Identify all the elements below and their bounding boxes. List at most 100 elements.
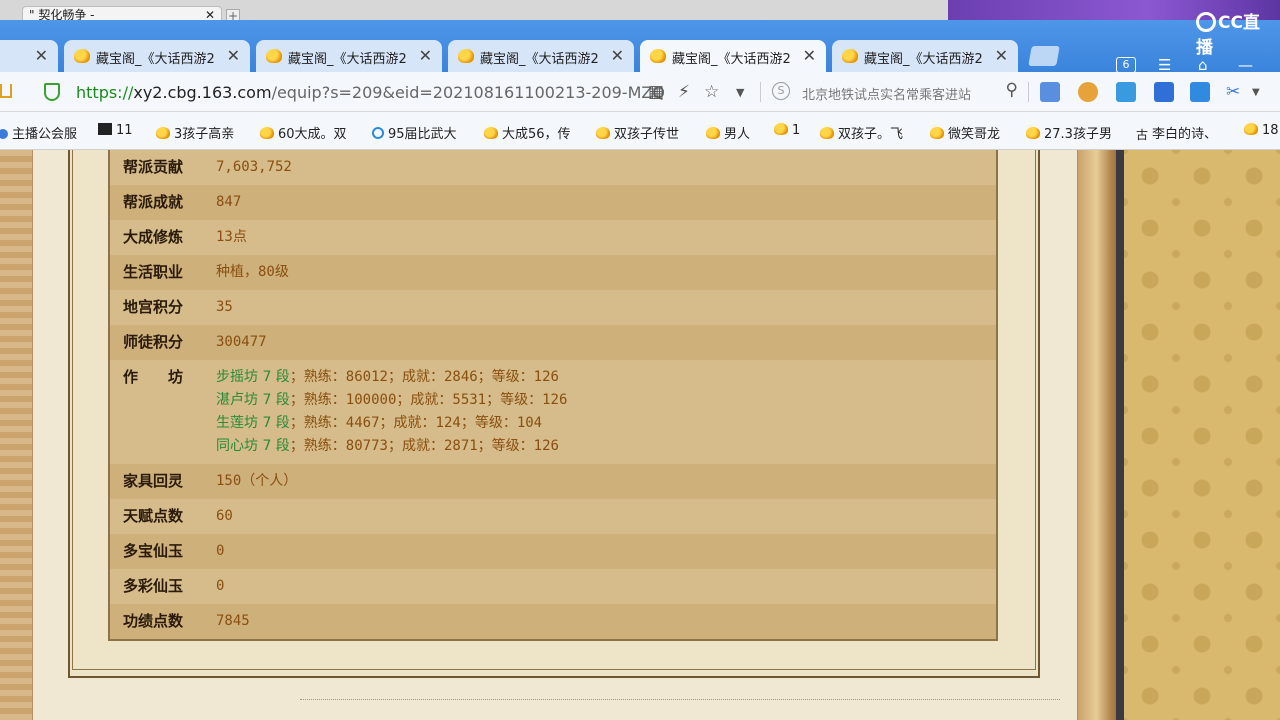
translate-icon[interactable] (1116, 82, 1136, 102)
character-info-table: 帮派贡献 7,603,752 帮派成就 847 大成修炼 13点 生活职业 种植… (108, 150, 998, 641)
bookmark-item[interactable]: 主播公会服 (0, 123, 77, 142)
info-row: 地宫积分 35 (110, 290, 996, 325)
workshop-list: 步摇坊 7 段；熟练：86012；成就：2846；等级：126 湛卢坊 7 段；… (216, 366, 996, 464)
info-row-workshop: 作 坊 步摇坊 7 段；熟练：86012；成就：2846；等级：126 湛卢坊 … (110, 360, 996, 464)
workshop-name: 生莲坊 7 段 (216, 415, 290, 431)
workshop-name: 湛卢坊 7 段 (216, 392, 290, 408)
bookmark-item[interactable]: 3孩子高亲 (156, 123, 234, 142)
cbg-favicon-icon (156, 127, 170, 139)
info-row: 大成修炼 13点 (110, 220, 996, 255)
tab[interactable]: 藏宝阁_《大话西游2 ✕ (256, 40, 442, 72)
info-value: 13点 (216, 229, 247, 245)
word-icon[interactable] (1154, 82, 1174, 102)
bookmark-label: 主播公会服 (12, 127, 78, 142)
info-label: 作 坊 (123, 368, 184, 386)
info-value: 300477 (216, 334, 267, 350)
bookmark-item[interactable]: 大成56，传 (484, 123, 571, 142)
bookmark-item[interactable]: 11 (98, 123, 133, 138)
info-label: 多彩仙玉 (123, 577, 184, 595)
tab-title: 藏宝阁_《大话西游2 (288, 52, 407, 67)
info-row: 多彩仙玉 0 (110, 569, 996, 604)
divider (300, 699, 1060, 700)
info-label: 帮派成就 (123, 193, 184, 211)
cbg-favicon-icon (74, 49, 90, 63)
cbg-favicon-icon (774, 123, 788, 135)
info-value: 847 (216, 194, 242, 210)
close-icon[interactable]: ✕ (419, 46, 432, 65)
cbg-favicon-icon (1244, 123, 1258, 135)
workshop-line: 同心坊 7 段；熟练：80773；成就：2871；等级：126 (216, 435, 996, 458)
cbg-favicon-icon (1026, 127, 1040, 139)
cbg-favicon-icon (842, 49, 858, 63)
tab-title: 藏宝阁_《大话西游2 (480, 52, 599, 67)
close-icon[interactable]: ✕ (995, 46, 1008, 65)
info-row: 帮派贡献 7,603,752 (110, 150, 996, 185)
info-label: 地宫积分 (123, 298, 184, 316)
cbg-favicon-icon (650, 49, 666, 63)
background-pattern (1124, 150, 1280, 720)
tab[interactable]: 藏宝阁_《大话西游2 ✕ (64, 40, 250, 72)
home-icon[interactable] (0, 84, 12, 98)
right-border-decoration (1078, 150, 1124, 720)
bookmark-label: 男人 (724, 127, 751, 142)
bookmark-label: 大成56，传 (502, 127, 571, 142)
cbg-favicon-icon (706, 127, 720, 139)
info-row: 生活职业 种植，80级 (110, 255, 996, 290)
workshop-stats: ；熟练：86012；成就：2846；等级：126 (289, 369, 559, 385)
info-row: 师徒积分 300477 (110, 325, 996, 360)
scissors-icon[interactable]: ✂ (1226, 82, 1240, 102)
search-engine-icon[interactable]: S (772, 82, 790, 100)
search-box[interactable]: S 北京地铁试点实名常乘客进站 ⚲ (766, 80, 1020, 104)
info-label: 生活职业 (123, 263, 184, 281)
search-icon[interactable]: ⚲ (1006, 80, 1018, 100)
lightning-icon[interactable]: ⚡ (678, 82, 690, 102)
window-count-badge[interactable]: 6 (1116, 57, 1136, 73)
security-shield-icon[interactable] (44, 83, 60, 101)
new-tab-button[interactable] (1028, 46, 1060, 66)
address-bar: https://xy2.cbg.163.com/equip?s=209&eid=… (0, 72, 1280, 112)
workshop-line: 生莲坊 7 段；熟练：4467；成就：124；等级：104 (216, 412, 996, 435)
cbg-favicon-icon (820, 127, 834, 139)
bookmark-item[interactable]: 微笑哥龙 (930, 123, 1000, 142)
star-icon[interactable]: ☆ (704, 82, 719, 102)
scrollbar-track[interactable] (1116, 150, 1124, 720)
info-row: 帮派成就 847 (110, 185, 996, 220)
bookmark-item[interactable]: 双孩子。飞 (820, 123, 903, 142)
qr-code-icon[interactable]: ▦ (648, 82, 664, 102)
tab-active[interactable]: 藏宝阁_《大话西游2 ✕ (640, 40, 826, 72)
info-row: 功绩点数 7845 (110, 604, 996, 639)
bookmark-label: 11 (116, 123, 133, 138)
close-icon[interactable]: ✕ (227, 46, 240, 65)
cbg-favicon-icon (484, 127, 498, 139)
close-icon[interactable]: ✕ (803, 46, 816, 65)
close-icon[interactable]: ✕ (611, 46, 624, 65)
bookmark-item[interactable]: 60大成。双 (260, 123, 347, 142)
cbg-favicon-icon (266, 49, 282, 63)
tab-partial[interactable]: ✕ (0, 40, 58, 72)
info-label: 帮派贡献 (123, 158, 184, 176)
screenshot-icon[interactable] (1190, 82, 1210, 102)
bookmark-label: 3孩子高亲 (174, 127, 235, 142)
bookmark-item[interactable]: 27.3孩子男 (1026, 123, 1112, 142)
bookmark-item[interactable]: 古李白的诗、 (1136, 123, 1217, 143)
info-value: 种植，80级 (216, 264, 289, 280)
extension-icon[interactable] (1040, 82, 1060, 102)
bookmark-item[interactable]: 1 (774, 123, 800, 138)
bookmark-item[interactable]: 95届比武大 (372, 123, 457, 142)
chevron-down-icon[interactable]: ▼ (736, 86, 744, 99)
bookmark-label: 双孩子。飞 (838, 127, 904, 142)
url-scheme: https:// (76, 83, 134, 102)
bookmark-item[interactable]: 双孩子传世 (596, 123, 679, 142)
info-row: 多宝仙玉 0 (110, 534, 996, 569)
bookmark-item[interactable]: 男人 (706, 123, 750, 142)
tab[interactable]: 藏宝阁_《大话西游2 ✕ (832, 40, 1018, 72)
bookmark-item[interactable]: 18 (1244, 123, 1279, 138)
url-field[interactable]: https://xy2.cbg.163.com/equip?s=209&eid=… (76, 83, 665, 102)
search-input[interactable]: 北京地铁试点实名常乘客进站 (802, 84, 971, 103)
divider (1028, 82, 1029, 102)
close-icon[interactable]: ✕ (35, 46, 48, 65)
key-icon[interactable] (1078, 82, 1098, 102)
workshop-name: 步摇坊 7 段 (216, 369, 290, 385)
tab[interactable]: 藏宝阁_《大话西游2 ✕ (448, 40, 634, 72)
chevron-down-icon[interactable]: ▼ (1252, 87, 1260, 98)
